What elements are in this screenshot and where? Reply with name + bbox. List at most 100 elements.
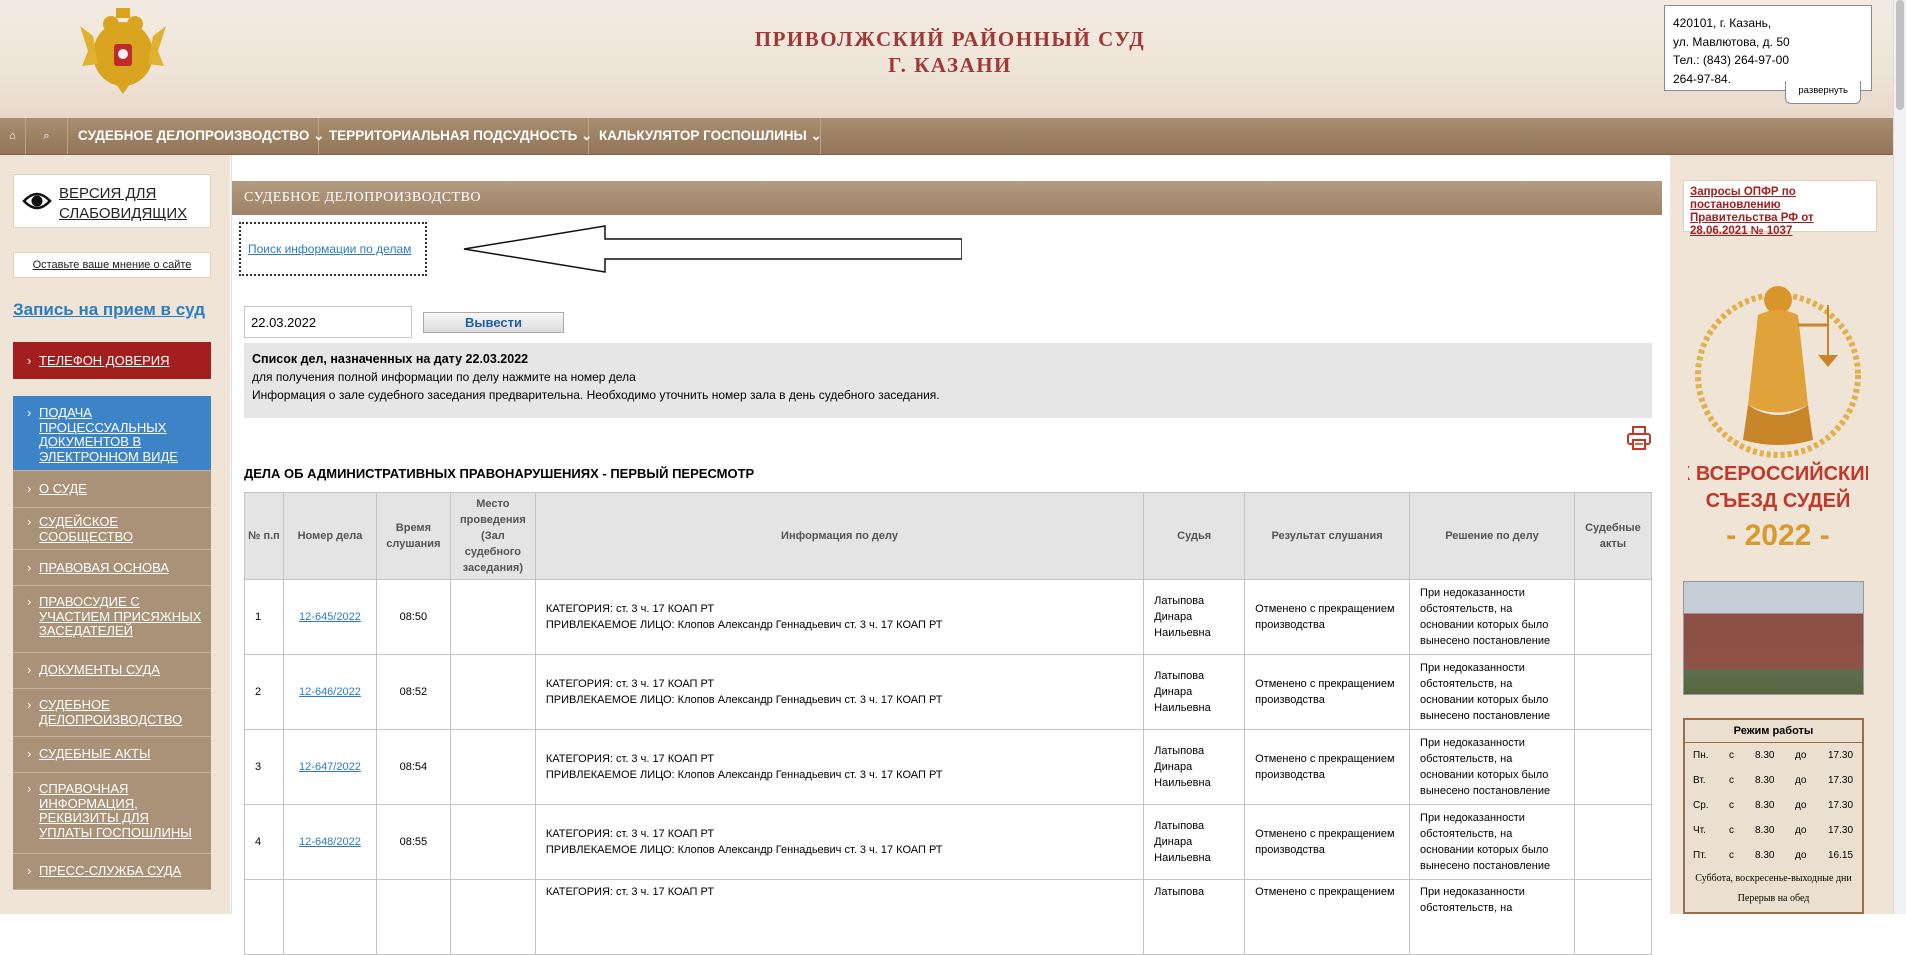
feedback-link[interactable]: Оставьте ваше мнение о сайте — [13, 252, 211, 278]
column-header-info: Информация по делу — [534, 492, 1145, 580]
page-scrollbar[interactable] — [1893, 0, 1906, 914]
column-header-case-number: Номер дела — [282, 492, 377, 580]
column-header-acts: Судебные акты — [1573, 492, 1653, 580]
hotline-link[interactable]: ТЕЛЕФОН ДОВЕРИЯ — [13, 342, 211, 379]
show-button[interactable]: Вывести — [423, 312, 564, 333]
column-header-time: Время слушания — [375, 492, 451, 580]
case-decision: При недоказанности обстоятельств, на осн… — [1409, 729, 1575, 805]
row-number: 2 — [244, 654, 284, 730]
working-hours-title: Режим работы — [1685, 720, 1862, 743]
table-row: 1 12-645/2022 08:50 КАТЕГОРИЯ: ст. 3 ч. … — [244, 579, 1653, 655]
row-number: 1 — [244, 579, 284, 655]
sidebar-item-case-management[interactable]: СУДЕБНОЕ ДЕЛОПРОИЗВОДСТВО — [13, 689, 211, 737]
case-info: КАТЕГОРИЯ: ст. 3 ч. 17 КОАП РТ — [534, 879, 1145, 955]
congress-year: - 2022 - — [1726, 519, 1829, 552]
judge-name: Латыпова Динара Наильевна — [1143, 654, 1246, 730]
row-number: 3 — [244, 729, 284, 805]
case-category: КАТЕГОРИЯ: ст. 3 ч. 17 КОАП РТ — [545, 603, 715, 615]
column-header-place: Место проведения (Зал судебного заседани… — [449, 492, 536, 580]
column-header-num: № п.п — [244, 492, 284, 580]
sidebar-item-judges-community[interactable]: СУДЕЙСКОЕ СООБЩЕСТВО — [13, 508, 211, 550]
date-field[interactable] — [244, 306, 412, 338]
case-category: КАТЕГОРИЯ: ст. 3 ч. 17 КОАП РТ — [545, 886, 715, 898]
court-title-line1: ПРИВОЛЖСКИЙ РАЙОННЫЙ СУД — [754, 27, 1146, 51]
court-title: ПРИВОЛЖСКИЙ РАЙОННЫЙ СУД Г. КАЗАНИ — [700, 26, 1200, 78]
hearing-result: Отменено с прекращением производства — [1244, 579, 1411, 655]
search-icon[interactable]: ⌕ — [26, 118, 68, 154]
nav-item-jurisdiction[interactable]: ТЕРРИТОРИАЛЬНАЯ ПОДСУДНОСТЬ ⌄ — [319, 118, 592, 154]
sidebar-item-documents[interactable]: ДОКУМЕНТЫ СУДА — [13, 653, 211, 689]
column-header-judge: Судья — [1143, 492, 1246, 580]
hours-row: Вт. с 8.30 до 17.30 — [1685, 768, 1862, 793]
sidebar-item-court-acts[interactable]: СУДЕБНЫЕ АКТЫ — [13, 737, 211, 773]
to-word: до — [1795, 800, 1807, 811]
case-person: ПРИВЛЕКАЕМОЕ ЛИЦО: Клопов Александр Генн… — [545, 619, 943, 631]
hearing-time: 08:50 — [375, 579, 451, 655]
case-search-link[interactable]: Поиск информации по делам — [239, 222, 427, 276]
row-number: 4 — [244, 804, 284, 880]
case-number-link[interactable]: 12-645/2022 — [299, 611, 361, 623]
to-time: 17.30 — [1828, 825, 1854, 836]
hearing-result: Отменено с прекращением производства — [1244, 804, 1411, 880]
hearing-place — [449, 879, 536, 955]
hearing-place — [449, 804, 536, 880]
sidebar-item-reference-info[interactable]: СПРАВОЧНАЯ ИНФОРМАЦИЯ, РЕКВИЗИТЫ ДЛЯ УПЛ… — [13, 773, 211, 854]
case-number-cell: 12-645/2022 — [282, 579, 377, 655]
hearing-place — [449, 579, 536, 655]
cases-table: № п.п Номер дела Время слушания Место пр… — [244, 492, 1653, 955]
hours-row: Пн. с 8.30 до 17.30 — [1685, 743, 1862, 768]
address-box: 420101, г. Казань, ул. Мавлютова, д. 50 … — [1664, 5, 1872, 104]
nav-item-case-management[interactable]: СУДЕБНОЕ ДЕЛОПРОИЗВОДСТВО ⌄ — [68, 118, 324, 154]
row-number — [244, 879, 284, 955]
lunch-break-note: Перерыв на обед — [1737, 893, 1810, 904]
nav-item-fee-calculator[interactable]: КАЛЬКУЛЯТОР ГОСПОШЛИНЫ ⌄ — [589, 118, 822, 154]
home-icon[interactable]: ⌂ — [0, 118, 26, 154]
opfr-requests-link[interactable]: Запросы ОПФР по постановлению Правительс… — [1683, 180, 1877, 237]
judge-name: Латыпова — [1143, 879, 1246, 955]
case-decision: При недоказанности обстоятельств, на осн… — [1409, 804, 1575, 880]
low-vision-version-link[interactable]: ВЕРСИЯ ДЛЯ СЛАБОВИДЯЩИХ — [13, 174, 211, 228]
sidebar-item-jury[interactable]: ПРАВОСУДИЕ С УЧАСТИЕМ ПРИСЯЖНЫХ ЗАСЕДАТЕ… — [13, 586, 211, 653]
judge-name: Латыпова Динара Наильевна — [1143, 729, 1246, 805]
appointment-link[interactable]: Запись на прием в суд — [13, 300, 205, 320]
case-person: ПРИВЛЕКАЕМОЕ ЛИЦО: Клопов Александр Генн… — [545, 844, 943, 856]
case-number-cell — [282, 879, 377, 955]
case-number-link[interactable]: 12-648/2022 — [299, 836, 361, 848]
sidebar-item-about[interactable]: О СУДЕ — [13, 471, 211, 508]
sidebar-item-electronic-filing[interactable]: ПОДАЧА ПРОЦЕССУАЛЬНЫХ ДОКУМЕНТОВ В ЭЛЕКТ… — [13, 396, 211, 471]
congress-line1: X ВСЕРОССИЙСКИЙ — [1688, 461, 1868, 485]
sidebar-item-press[interactable]: ПРЕСС-СЛУЖБА СУДА — [13, 854, 211, 890]
court-title-line2: Г. КАЗАНИ — [888, 53, 1012, 77]
to-time: 17.30 — [1828, 775, 1854, 786]
sidebar-item-legal-basis[interactable]: ПРАВОВАЯ ОСНОВА — [13, 550, 211, 586]
from-word: с — [1729, 850, 1734, 861]
coat-of-arms-icon — [80, 8, 166, 94]
expand-toggle[interactable]: развернуть — [1785, 80, 1861, 104]
from-word: с — [1729, 825, 1734, 836]
hearing-time: 08:55 — [375, 804, 451, 880]
case-number-link[interactable]: 12-646/2022 — [299, 686, 361, 698]
court-acts — [1573, 879, 1653, 955]
case-category: КАТЕГОРИЯ: ст. 3 ч. 17 КОАП РТ — [545, 753, 715, 765]
judges-congress-banner[interactable]: X ВСЕРОССИЙСКИЙ СЪЕЗД СУДЕЙ - 2022 - — [1688, 275, 1868, 565]
court-acts — [1573, 804, 1653, 880]
case-number-link[interactable]: 12-647/2022 — [299, 761, 361, 773]
case-info: КАТЕГОРИЯ: ст. 3 ч. 17 КОАП РТ ПРИВЛЕКАЕМ… — [534, 729, 1145, 805]
day: Пт. — [1693, 850, 1707, 861]
to-time: 16.15 — [1828, 850, 1854, 861]
site-header: ПРИВОЛЖСКИЙ РАЙОННЫЙ СУД Г. КАЗАНИ 42010… — [0, 0, 1893, 118]
day: Пн. — [1693, 750, 1709, 761]
from-time: 8.30 — [1755, 825, 1775, 836]
hearing-time: 08:54 — [375, 729, 451, 805]
case-person: ПРИВЛЕКАЕМОЕ ЛИЦО: Клопов Александр Генн… — [545, 769, 943, 781]
case-decision: При недоказанности обстоятельств, на осн… — [1409, 579, 1575, 655]
case-category: КАТЕГОРИЯ: ст. 3 ч. 17 КОАП РТ — [545, 678, 715, 690]
congress-line2: СЪЕЗД СУДЕЙ — [1706, 488, 1851, 512]
from-word: с — [1729, 800, 1734, 811]
court-acts — [1573, 579, 1653, 655]
case-number-cell: 12-648/2022 — [282, 804, 377, 880]
scrollbar-thumb[interactable] — [1896, 0, 1904, 110]
section-header: СУДЕБНОЕ ДЕЛОПРОИЗВОДСТВО — [232, 181, 1662, 215]
main-navigation: ⌂ ⌕ СУДЕБНОЕ ДЕЛОПРОИЗВОДСТВО ⌄ ТЕРРИТОР… — [0, 118, 1893, 155]
print-icon[interactable] — [1626, 425, 1652, 451]
